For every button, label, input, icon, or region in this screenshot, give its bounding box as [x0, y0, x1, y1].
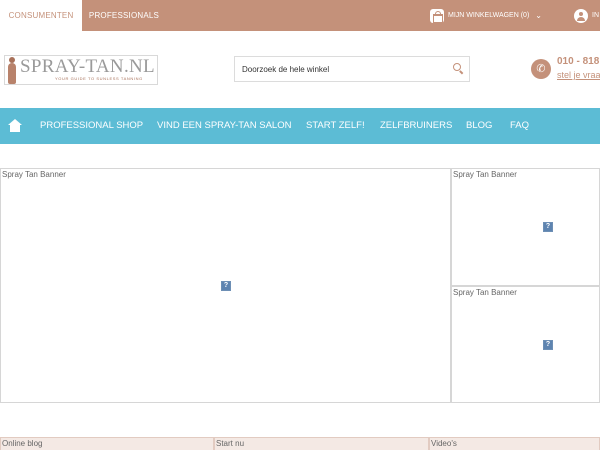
broken-image-icon: ? [221, 281, 231, 291]
search-icon[interactable] [453, 63, 464, 74]
nav-item-professional-shop[interactable]: PROFESSIONAL SHOP [40, 108, 143, 144]
logo-tagline: YOUR GUIDE TO SUNLESS TANNING [55, 76, 143, 81]
cart-button[interactable]: MIJN WINKELWAGEN (0) ⌄ [430, 0, 542, 31]
shopping-bag-icon [430, 8, 444, 23]
chevron-down-icon: ⌄ [535, 11, 542, 20]
nav-item-faq[interactable]: FAQ [510, 108, 529, 144]
phone-number[interactable]: 010 - 818 [557, 56, 599, 67]
nav-item-zelfbruiners[interactable]: ZELFBRUINERS [380, 108, 452, 144]
account-button[interactable]: IN [574, 0, 599, 31]
banner-main[interactable]: Spray Tan Banner ? [0, 168, 451, 403]
banner-side-top[interactable]: Spray Tan Banner ? [451, 168, 600, 286]
banner-side-bottom[interactable]: Spray Tan Banner ? [451, 286, 600, 403]
search-box [234, 56, 470, 82]
banner-label: Spray Tan Banner [2, 170, 66, 179]
box-label: Start nu [216, 439, 245, 448]
nav-item-vind-salon[interactable]: VIND EEN SPRAY-TAN SALON [157, 108, 291, 144]
nav-item-start-zelf[interactable]: START ZELF! [306, 108, 365, 144]
box-online-blog[interactable]: Online blog [0, 437, 214, 450]
phone-icon: ✆ [531, 59, 551, 79]
tab-consumenten[interactable]: CONSUMENTEN [0, 0, 82, 31]
home-icon[interactable] [8, 119, 22, 132]
ask-question-link[interactable]: stel je vraa [557, 70, 600, 80]
logo-text: SPRAY-TAN.NL [20, 56, 155, 77]
banner-label: Spray Tan Banner [453, 170, 517, 179]
box-start-nu[interactable]: Start nu [214, 437, 429, 450]
site-logo[interactable]: SPRAY-TAN.NL YOUR GUIDE TO SUNLESS TANNI… [4, 55, 158, 85]
box-label: Video's [431, 439, 457, 448]
cart-label: MIJN WINKELWAGEN (0) [448, 12, 530, 19]
account-label: IN [592, 12, 599, 19]
broken-image-icon: ? [543, 340, 553, 350]
broken-image-icon: ? [543, 222, 553, 232]
nav-item-blog[interactable]: BLOG [466, 108, 492, 144]
logo-figure-icon [7, 57, 17, 84]
top-bar: CONSUMENTEN PROFESSIONALS MIJN WINKELWAG… [0, 0, 600, 31]
user-icon [574, 8, 588, 23]
box-videos[interactable]: Video's [429, 437, 600, 450]
tab-professionals[interactable]: PROFESSIONALS [82, 0, 166, 31]
main-nav: PROFESSIONAL SHOP VIND EEN SPRAY-TAN SAL… [0, 108, 600, 144]
banner-label: Spray Tan Banner [453, 288, 517, 297]
search-input[interactable] [235, 57, 445, 81]
box-label: Online blog [2, 439, 43, 448]
